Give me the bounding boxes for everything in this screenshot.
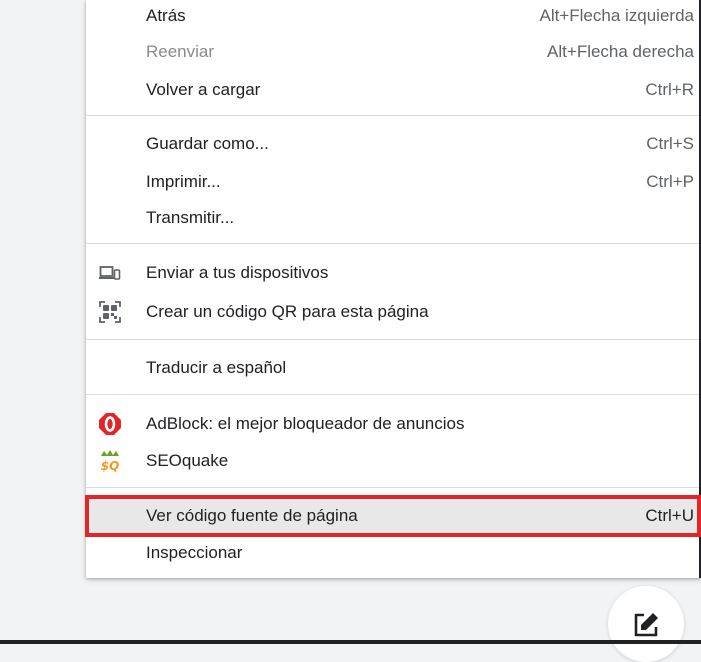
edit-button[interactable]: [608, 586, 684, 662]
menu-item-label: Inspeccionar: [146, 543, 243, 562]
menu-item-adblock[interactable]: AdBlock: el mejor bloqueador de anuncios: [86, 406, 699, 442]
menu-item-send-to-devices[interactable]: Enviar a tus dispositivos: [86, 255, 699, 291]
menu-item-qr-code[interactable]: Crear un código QR para esta página: [86, 294, 699, 330]
menu-item-label: Guardar como...: [146, 134, 269, 153]
menu-item-label: Atrás: [146, 6, 186, 25]
menu-item-label: Traducir a español: [146, 358, 287, 377]
qr-code-icon: [98, 300, 122, 324]
menu-item-label: Enviar a tus dispositivos: [146, 263, 329, 282]
menu-item-back[interactable]: Atrás Alt+Flecha izquierda: [86, 0, 699, 34]
menu-item-shortcut: Ctrl+S: [646, 134, 694, 153]
devices-icon: [98, 261, 122, 285]
menu-item-label: SEOquake: [146, 451, 229, 470]
menu-item-reload[interactable]: Volver a cargar Ctrl+R: [86, 72, 699, 108]
menu-separator: [86, 115, 699, 116]
menu-item-shortcut: Ctrl+U: [645, 506, 694, 525]
menu-item-label: Crear un código QR para esta página: [146, 302, 429, 321]
context-menu: Atrás Alt+Flecha izquierda Reenviar Alt+…: [85, 0, 701, 578]
menu-item-label: Volver a cargar: [146, 80, 261, 99]
menu-item-inspect[interactable]: Inspeccionar: [86, 535, 699, 571]
menu-item-label: Transmitir...: [146, 208, 235, 227]
menu-item-forward[interactable]: Reenviar Alt+Flecha derecha: [86, 34, 699, 70]
menu-item-shortcut: Ctrl+R: [645, 80, 694, 99]
seoquake-icon: $Q: [98, 449, 122, 473]
edit-icon: [631, 586, 661, 645]
menu-item-shortcut: Alt+Flecha derecha: [547, 42, 694, 61]
menu-item-print[interactable]: Imprimir... Ctrl+P: [86, 164, 699, 200]
menu-item-cast[interactable]: Transmitir...: [86, 200, 699, 236]
adblock-icon: [98, 412, 122, 436]
menu-item-save-as[interactable]: Guardar como... Ctrl+S: [86, 126, 699, 162]
menu-separator: [86, 243, 699, 244]
svg-text:$Q: $Q: [101, 459, 120, 473]
menu-item-translate[interactable]: Traducir a español: [86, 350, 699, 386]
menu-item-label: Imprimir...: [146, 172, 221, 191]
menu-item-seoquake[interactable]: $Q SEOquake: [86, 443, 699, 479]
menu-separator: [86, 339, 699, 340]
menu-item-shortcut: Alt+Flecha izquierda: [539, 6, 694, 25]
menu-item-label: Ver código fuente de página: [146, 506, 358, 525]
menu-separator: [86, 487, 699, 488]
bottom-border: [0, 640, 701, 644]
menu-item-label: Reenviar: [146, 42, 215, 61]
menu-item-view-source[interactable]: Ver código fuente de página Ctrl+U: [85, 495, 701, 537]
menu-separator: [86, 394, 699, 395]
menu-item-shortcut: Ctrl+P: [646, 172, 694, 191]
menu-item-label: AdBlock: el mejor bloqueador de anuncios: [146, 414, 465, 433]
